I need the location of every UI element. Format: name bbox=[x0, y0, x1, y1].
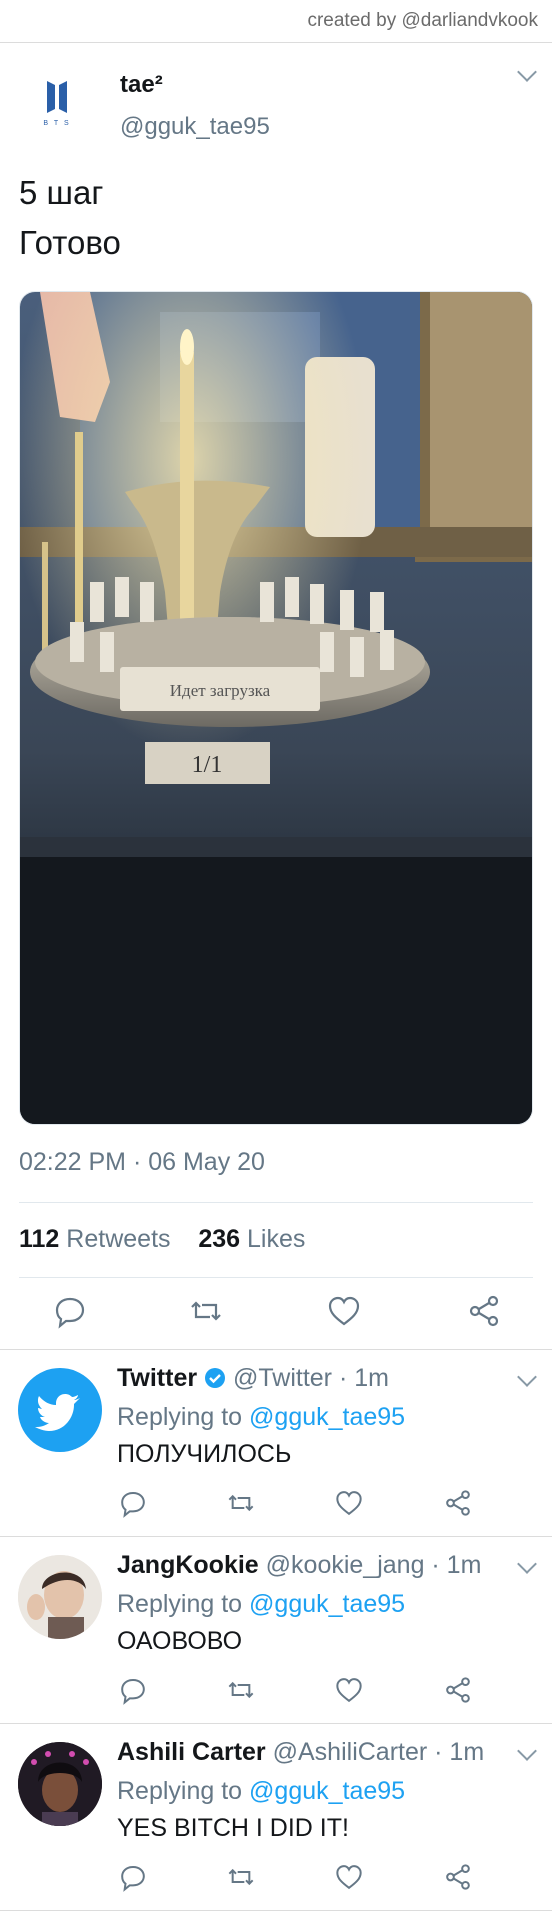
replying-to: Replying to @gguk_tae95 bbox=[117, 1590, 405, 1619]
reply-header: JangKookie @kookie_jang · 1m bbox=[117, 1551, 481, 1580]
replying-to: Replying to @gguk_tae95 bbox=[117, 1777, 405, 1806]
retweet-icon[interactable] bbox=[226, 1675, 256, 1705]
replying-to: Replying to @gguk_tae95 bbox=[117, 1403, 405, 1432]
reply-author-name[interactable]: Ashili Carter bbox=[117, 1738, 266, 1766]
reply-item[interactable]: JangKookie @kookie_jang · 1m Replying to… bbox=[0, 1537, 552, 1723]
reply-icon[interactable] bbox=[52, 1293, 88, 1329]
replying-handle-link[interactable]: @gguk_tae95 bbox=[249, 1777, 405, 1805]
reply-item[interactable]: Twitter @Twitter · 1m Replying to @gguk_… bbox=[0, 1350, 552, 1536]
chevron-down-icon[interactable] bbox=[517, 1367, 537, 1387]
retweet-icon[interactable] bbox=[188, 1293, 224, 1329]
share-icon[interactable] bbox=[443, 1675, 473, 1705]
twitter-bird-icon[interactable] bbox=[18, 1368, 102, 1452]
reply-author-name[interactable]: JangKookie bbox=[117, 1551, 259, 1579]
reply-item[interactable]: Ashili Carter @AshiliCarter · 1m Replyin… bbox=[0, 1724, 552, 1910]
replying-prefix: Replying to bbox=[117, 1403, 243, 1431]
replying-prefix: Replying to bbox=[117, 1777, 243, 1805]
retweet-icon[interactable] bbox=[226, 1862, 256, 1892]
reply-text: ОАОВОВО bbox=[117, 1627, 243, 1655]
reply-meta: @kookie_jang · 1m bbox=[265, 1551, 482, 1579]
reply-header: Ashili Carter @AshiliCarter · 1m bbox=[117, 1738, 484, 1767]
replying-handle-link[interactable]: @gguk_tae95 bbox=[249, 1403, 405, 1431]
reply-icon[interactable] bbox=[118, 1488, 148, 1518]
share-icon[interactable] bbox=[443, 1862, 473, 1892]
svg-text:B T S: B T S bbox=[43, 120, 70, 127]
likes-label[interactable]: Likes bbox=[247, 1225, 305, 1253]
photo-counter-text: 1/1 bbox=[192, 752, 223, 778]
tweet-timestamp: 02:22 PM · 06 May 20 bbox=[19, 1148, 265, 1176]
tweet-text-line-2: Готово bbox=[19, 224, 121, 261]
bts-logo-icon[interactable]: B T S bbox=[22, 65, 92, 135]
photo-sign-text: Идет загрузка bbox=[170, 681, 271, 700]
verified-badge-icon bbox=[204, 1367, 226, 1396]
divider bbox=[0, 1910, 552, 1911]
tweet-photo[interactable]: Идет загрузка 1/1 bbox=[19, 291, 533, 1125]
replying-prefix: Replying to bbox=[117, 1590, 243, 1618]
divider bbox=[19, 1202, 533, 1203]
chevron-down-icon[interactable] bbox=[517, 1741, 537, 1761]
like-icon[interactable] bbox=[334, 1862, 364, 1892]
share-icon[interactable] bbox=[466, 1293, 502, 1329]
likes-count[interactable]: 236 bbox=[198, 1225, 240, 1253]
avatar[interactable] bbox=[18, 1742, 102, 1826]
tweet-actions bbox=[0, 1283, 552, 1339]
tweet-text-line-1: 5 шаг bbox=[19, 174, 104, 211]
reply-author-name[interactable]: Twitter bbox=[117, 1364, 197, 1392]
avatar[interactable] bbox=[18, 1555, 102, 1639]
reply-icon[interactable] bbox=[118, 1862, 148, 1892]
reply-text: YES BITCH I DID IT! bbox=[117, 1814, 349, 1842]
like-icon[interactable] bbox=[326, 1293, 362, 1329]
chevron-down-icon[interactable] bbox=[517, 62, 537, 82]
like-icon[interactable] bbox=[334, 1675, 364, 1705]
replying-handle-link[interactable]: @gguk_tae95 bbox=[249, 1590, 405, 1618]
reply-icon[interactable] bbox=[118, 1675, 148, 1705]
retweets-count[interactable]: 112 bbox=[19, 1225, 59, 1253]
reply-text: ПОЛУЧИЛОСЬ bbox=[117, 1440, 292, 1468]
author-name[interactable]: tae² bbox=[120, 71, 163, 99]
author-handle[interactable]: @gguk_tae95 bbox=[120, 113, 270, 141]
tweet-text: 5 шаг Готово bbox=[19, 168, 121, 268]
reply-header: Twitter @Twitter · 1m bbox=[117, 1364, 389, 1396]
divider bbox=[19, 1277, 533, 1278]
tweet-stats: 112 Retweets 236 Likes bbox=[19, 1225, 305, 1254]
chevron-down-icon[interactable] bbox=[517, 1554, 537, 1574]
retweets-label[interactable]: Retweets bbox=[66, 1225, 170, 1253]
share-icon[interactable] bbox=[443, 1488, 473, 1518]
like-icon[interactable] bbox=[334, 1488, 364, 1518]
retweet-icon[interactable] bbox=[226, 1488, 256, 1518]
reply-meta: @Twitter · 1m bbox=[233, 1364, 389, 1392]
reply-meta: @AshiliCarter · 1m bbox=[272, 1738, 485, 1766]
top-divider bbox=[0, 42, 552, 43]
credit-text: created by @darliandvkook bbox=[307, 10, 538, 31]
